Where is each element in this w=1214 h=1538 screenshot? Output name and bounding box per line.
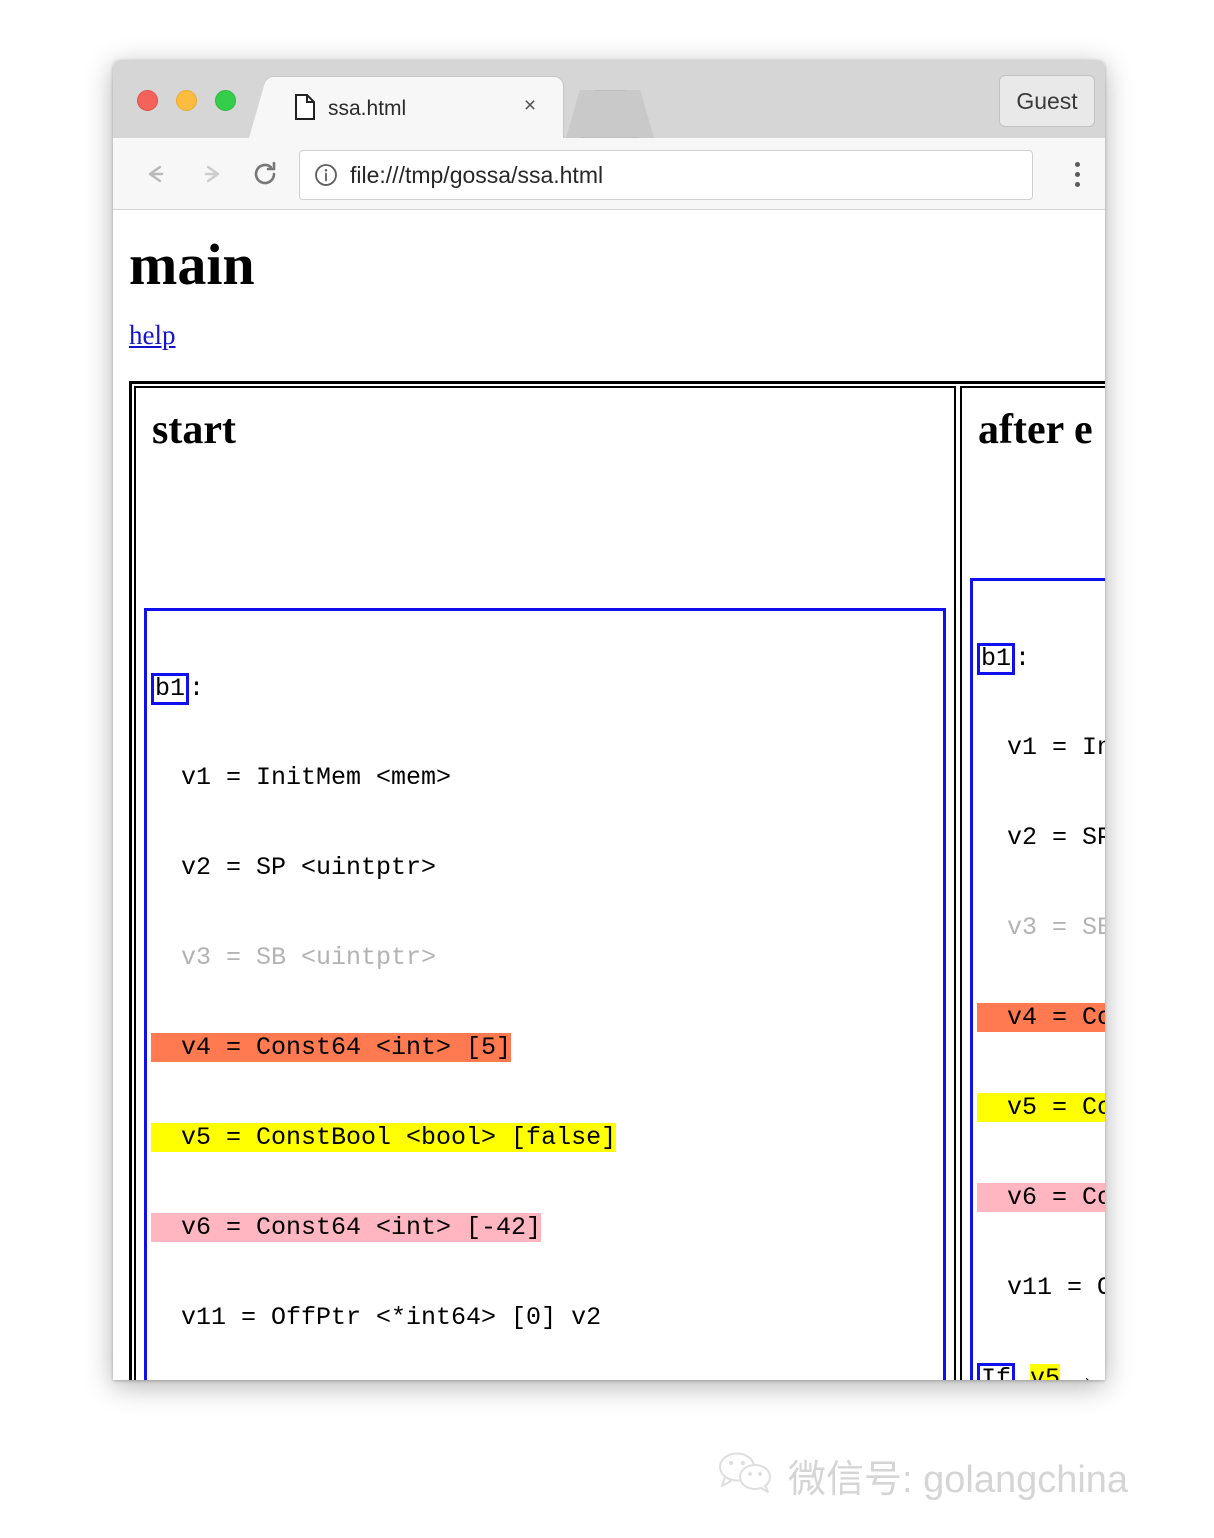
ssa-value-v4: v4 = Co (977, 1003, 1105, 1033)
profile-label: Guest (1016, 87, 1078, 114)
ssa-value-v6-text[interactable]: v6 = Co (977, 1183, 1105, 1212)
ssa-value-v6: v6 = Co (977, 1183, 1105, 1213)
block-header: b1: (977, 643, 1105, 675)
block-header: b1: (151, 673, 939, 705)
page-viewport: main help start b1: v1 = InitMem <mem> v… (113, 210, 1105, 1380)
watermark: 微信号: golangchina (718, 1448, 1128, 1503)
help-link[interactable]: help (129, 320, 176, 351)
watermark-text: 微信号: golangchina (788, 1459, 1129, 1501)
basic-block-b1[interactable]: b1: v1 = In v2 = SP v3 = SB v4 = Co v5 =… (970, 578, 1105, 1380)
tab-title: ssa.html (328, 97, 407, 120)
address-bar[interactable]: file:///tmp/gossa/ssa.html (299, 150, 1033, 200)
minimize-window-button[interactable] (176, 90, 197, 111)
block-label-b1[interactable]: b1 (151, 673, 190, 705)
ssa-value-v5-text[interactable]: v5 = Co (977, 1093, 1105, 1122)
colon: : (1015, 644, 1031, 673)
column-body: b1: v1 = InitMem <mem> v2 = SP <uintptr>… (136, 488, 954, 1380)
ssa-value-v6: v6 = Const64 <int> [-42] (151, 1213, 939, 1243)
block-control-b1: If v5 → b (977, 1363, 1105, 1380)
arrow-right-glyph: → (1075, 1364, 1091, 1380)
reload-icon (254, 161, 276, 185)
arrow-right-icon (204, 165, 220, 183)
ssa-value-v6-text[interactable]: v6 = Const64 <int> [-42] (151, 1213, 542, 1242)
close-window-button[interactable] (137, 90, 158, 111)
ssa-column-start: start b1: v1 = InitMem <mem> v2 = SP <ui… (134, 386, 956, 1380)
ssa-value-v5: v5 = Co (977, 1093, 1105, 1123)
ssa-value-v1[interactable]: v1 = In (977, 733, 1105, 763)
ssa-value-v2[interactable]: v2 = SP <uintptr> (151, 853, 939, 883)
profile-button[interactable]: Guest (999, 75, 1095, 127)
new-tab-button[interactable] (579, 90, 641, 138)
column-title: after e (978, 407, 1093, 453)
basic-block-b1[interactable]: b1: v1 = InitMem <mem> v2 = SP <uintptr>… (144, 608, 946, 1380)
arrow-left-icon (148, 165, 164, 183)
control-kind-if[interactable]: If (977, 1363, 1016, 1380)
column-title: start (152, 407, 236, 453)
info-circle-icon[interactable] (314, 163, 338, 187)
tab-strip: ssa.html × Guest (113, 60, 1105, 138)
ssa-value-v4-text[interactable]: v4 = Const64 <int> [5] (151, 1033, 512, 1062)
ssa-value-v5: v5 = ConstBool <bool> [false] (151, 1123, 939, 1153)
desktop-background: ssa.html × Guest file:///tmp/gossa/ssa.h… (0, 0, 1214, 1538)
kebab-menu-icon[interactable] (1063, 156, 1091, 192)
reload-button[interactable] (245, 154, 285, 194)
ssa-value-v2[interactable]: v2 = SP (977, 823, 1105, 853)
browser-toolbar: file:///tmp/gossa/ssa.html (113, 138, 1105, 210)
browser-window: ssa.html × Guest file:///tmp/gossa/ssa.h… (113, 60, 1105, 1380)
back-button[interactable] (135, 154, 175, 194)
wechat-icon (718, 1452, 774, 1499)
colon: : (189, 674, 205, 703)
document-icon (295, 94, 315, 120)
ssa-value-v3[interactable]: v3 = SB <uintptr> (151, 943, 939, 973)
ssa-value-v1[interactable]: v1 = InitMem <mem> (151, 763, 939, 793)
maximize-window-button[interactable] (215, 90, 236, 111)
column-body: b1: v1 = In v2 = SP v3 = SB v4 = Co v5 =… (962, 488, 1105, 1380)
browser-tab-ssa[interactable]: ssa.html × (265, 77, 563, 138)
ssa-value-v5-text[interactable]: v5 = ConstBool <bool> [false] (151, 1123, 617, 1152)
control-value-v5[interactable]: v5 (1030, 1364, 1061, 1380)
close-icon[interactable]: × (519, 95, 541, 117)
block-label-b1[interactable]: b1 (977, 643, 1016, 675)
ssa-value-v11[interactable]: v11 = O (977, 1273, 1105, 1303)
ssa-columns-table: start b1: v1 = InitMem <mem> v2 = SP <ui… (129, 381, 1105, 1380)
window-controls (137, 90, 236, 111)
ssa-value-v4-text[interactable]: v4 = Co (977, 1003, 1105, 1032)
page-title: main (129, 232, 255, 297)
ssa-value-v11[interactable]: v11 = OffPtr <*int64> [0] v2 (151, 1303, 939, 1333)
forward-button[interactable] (191, 154, 231, 194)
ssa-value-v3[interactable]: v3 = SB (977, 913, 1105, 943)
address-bar-url: file:///tmp/gossa/ssa.html (350, 161, 604, 188)
ssa-column-after: after e b1: v1 = In v2 = SP v3 = SB v4 =… (960, 386, 1105, 1380)
ssa-value-v4: v4 = Const64 <int> [5] (151, 1033, 939, 1063)
